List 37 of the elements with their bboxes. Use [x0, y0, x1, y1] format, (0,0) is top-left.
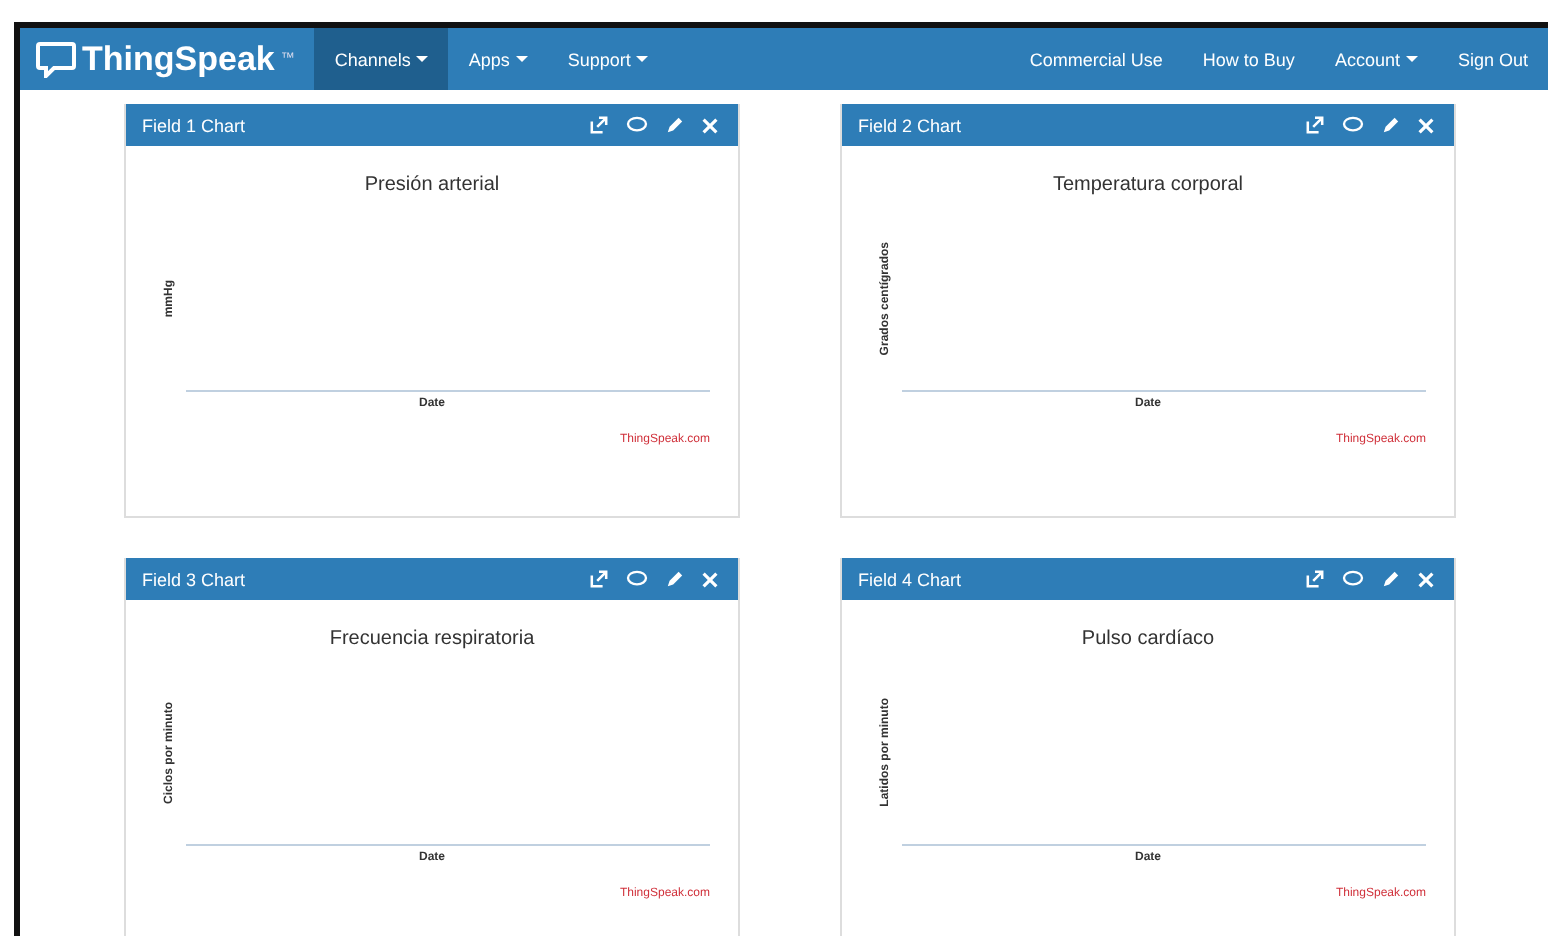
nav-menu-item[interactable]: Account [1314, 28, 1438, 90]
chart-title: Pulso cardíaco [1079, 628, 1217, 650]
close-icon[interactable] [1418, 117, 1434, 133]
close-icon[interactable] [702, 571, 718, 587]
chart-title: Presión arterial [362, 174, 502, 196]
close-icon[interactable] [702, 117, 718, 133]
brand-link[interactable]: ThingSpeak $^{™}$ [20, 28, 315, 90]
nav-menu-item[interactable]: Commercial Use [1009, 28, 1183, 90]
pencil-icon[interactable] [666, 116, 684, 134]
caret-icon [515, 56, 528, 62]
panel-title: Field 2 Chart [858, 115, 962, 135]
external-link-icon[interactable] [590, 570, 608, 588]
panel-title: Field 4 Chart [858, 569, 962, 589]
panel-title: Field 3 Chart [142, 569, 246, 589]
nav-menu-item[interactable]: Sign Out [1437, 28, 1548, 90]
comment-icon[interactable] [626, 116, 648, 134]
external-link-icon[interactable] [1306, 570, 1324, 588]
pencil-icon[interactable] [1382, 570, 1400, 588]
panel-title: Field 1 Chart [142, 115, 246, 135]
chart-title: Frecuencia respiratoria [327, 628, 537, 650]
nav-menu-item[interactable]: How to Buy [1182, 28, 1315, 90]
pencil-icon[interactable] [1382, 116, 1400, 134]
comment-icon[interactable] [626, 570, 648, 588]
speech-bubble-icon [36, 41, 76, 77]
nav-menu-item[interactable]: Apps [448, 28, 548, 90]
external-link-icon[interactable] [1306, 116, 1324, 134]
close-icon[interactable] [1418, 571, 1434, 587]
nav-menu-item[interactable]: Support [547, 28, 669, 90]
caret-icon [416, 56, 429, 62]
nav-menu-item[interactable]: Channels [314, 28, 449, 90]
chart-title: Temperatura corporal [1050, 174, 1246, 196]
comment-icon[interactable] [1342, 116, 1364, 134]
pencil-icon[interactable] [666, 570, 684, 588]
comment-icon[interactable] [1342, 570, 1364, 588]
caret-icon [1405, 56, 1418, 62]
external-link-icon[interactable] [590, 116, 608, 134]
caret-icon [636, 56, 649, 62]
